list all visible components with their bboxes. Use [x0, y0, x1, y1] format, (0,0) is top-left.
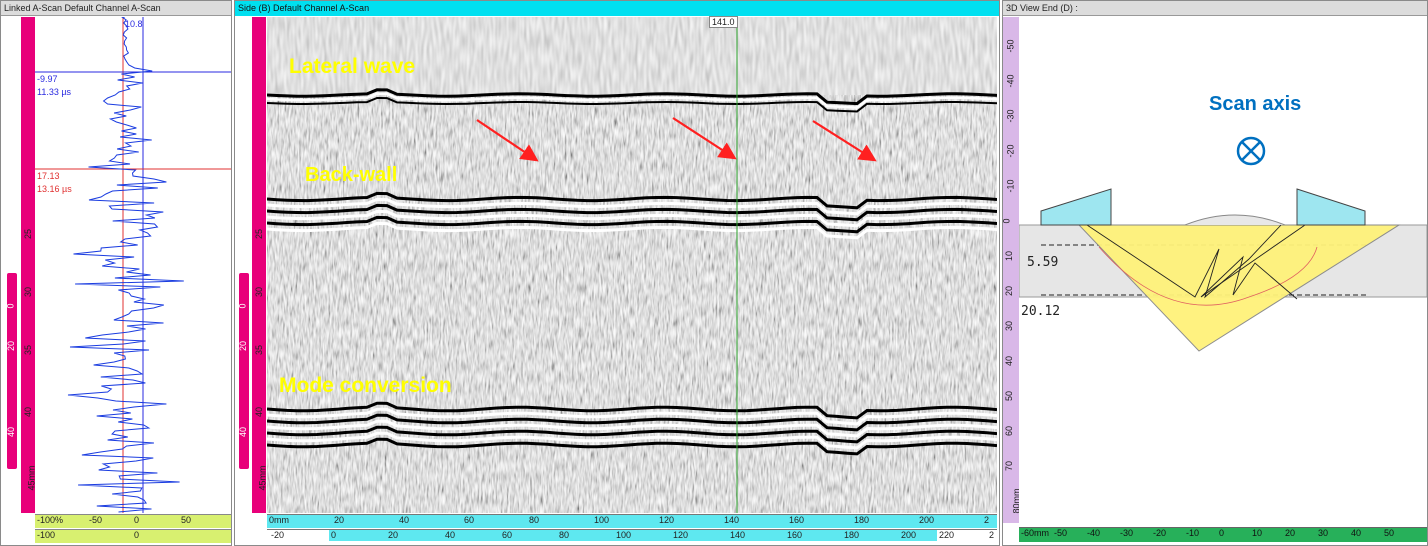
ascan-magenta-thumb[interactable]: [7, 273, 17, 469]
ascan-panel[interactable]: Linked A-Scan Default Channel A-Scan 25 …: [0, 0, 232, 546]
depth-ruler-label-4: -10: [1005, 179, 1016, 193]
bottom-ruler-label-9: 180: [844, 530, 860, 540]
view3d-depth-ruler[interactable]: [1003, 17, 1019, 523]
index-ruler-label-9: 30: [1318, 528, 1329, 538]
bottom-ruler-label-10: 200: [901, 530, 917, 540]
bscan-cursor-value: 141.0: [709, 16, 738, 28]
ascan-depth-30: 30: [23, 286, 34, 298]
ascan-magenta-bar[interactable]: [21, 17, 35, 513]
annotation-back-wall: Back-wall: [305, 164, 398, 186]
annotation-mode-conversion: Mode conversion: [279, 374, 452, 397]
depth-ruler-label-6: 10: [1004, 250, 1015, 262]
bscan-depth-45: 45mm: [257, 465, 268, 491]
view3d-title: 3D View End (D) :: [1003, 1, 1427, 16]
scan-ruler-label-9: 180: [854, 515, 870, 525]
depth-ruler-label-7: 20: [1004, 285, 1015, 297]
ascan-amp2-neg100: -100: [37, 530, 56, 540]
index-ruler-label-2: -40: [1087, 528, 1101, 538]
scan-ruler-label-8: 160: [789, 515, 805, 525]
ascan-amp-0: 0: [134, 515, 140, 525]
ascan-depth-40: 40: [23, 406, 34, 418]
bscan-depth-30: 30: [254, 286, 265, 298]
index-ruler-label-11: 50: [1384, 528, 1395, 538]
ascan-amp2-0: 0: [134, 530, 140, 540]
bottom-ruler-label-3: 60: [502, 530, 513, 540]
depth-ruler-label-10: 50: [1004, 390, 1015, 402]
depth-ruler-label-9: 40: [1004, 355, 1015, 367]
ascan-index-0: 0: [5, 303, 16, 309]
scan-ruler-label-11: 2: [984, 515, 990, 525]
depth-ruler-label-1: -40: [1005, 74, 1016, 88]
depth-ruler-label-5: 0: [1002, 218, 1012, 224]
bottom-ruler-label-1: 20: [388, 530, 399, 540]
scan-ruler-label-10: 200: [919, 515, 935, 525]
depth-value-2: 20.12: [1021, 304, 1061, 319]
bottom-ruler-label-2: 40: [445, 530, 456, 540]
bscan-magenta-thumb[interactable]: [239, 273, 249, 469]
scan-axis-label: Scan axis: [1209, 93, 1302, 115]
index-ruler-label-1: -50: [1054, 528, 1068, 538]
bscan-image[interactable]: [267, 17, 997, 513]
index-ruler-label-3: -30: [1120, 528, 1134, 538]
bscan-depth-25: 25: [254, 228, 265, 240]
ascan-amp-ruler-2[interactable]: [35, 529, 231, 543]
index-ruler-label-7: 10: [1252, 528, 1263, 538]
scan-ruler-label-2: 40: [399, 515, 410, 525]
annotation-lateral-wave: Lateral wave: [289, 55, 416, 78]
bottom-ruler-label-5: 100: [616, 530, 632, 540]
bottom-ruler-label-8: 160: [787, 530, 803, 540]
ascan-blue-time: 11.33 µs: [37, 87, 72, 97]
depth-ruler-label-0: -50: [1005, 39, 1016, 53]
bscan-panel[interactable]: Side (B) Default Channel A-Scan 25 30 35…: [234, 0, 1000, 546]
depth-ruler-label-2: -30: [1005, 109, 1016, 123]
ascan-red-time: 13.16 µs: [37, 184, 72, 194]
bottom-ruler-label-4: 80: [559, 530, 570, 540]
ascan-depth-35: 35: [23, 344, 34, 356]
index-ruler-label-10: 40: [1351, 528, 1362, 538]
bscan-title: Side (B) Default Channel A-Scan: [235, 1, 999, 16]
ascan-amp-neg100: -100%: [37, 515, 64, 525]
depth-ruler-label-12: 70: [1004, 460, 1015, 472]
scan-ruler-label-3: 60: [464, 515, 475, 525]
bscan-depth-40: 40: [254, 406, 265, 418]
scan-ruler-label-4: 80: [529, 515, 540, 525]
ascan-blue-amp: -9.97: [37, 74, 58, 84]
depth-value-1: 5.59: [1027, 255, 1059, 270]
depth-ruler-label-11: 60: [1004, 425, 1015, 437]
ascan-index-20: 20: [6, 340, 17, 352]
scan-ruler-label-5: 100: [594, 515, 610, 525]
scan-ruler-label-6: 120: [659, 515, 675, 525]
bottom-ruler-label-0: 0: [331, 530, 337, 540]
bscan-scan-ruler[interactable]: [267, 514, 997, 528]
bscan-magenta-bar[interactable]: [252, 17, 266, 513]
bscan-index-0: 0: [237, 303, 248, 309]
index-ruler-label-5: -10: [1186, 528, 1200, 538]
bscan-index-40: 40: [238, 426, 249, 438]
depth-ruler-label-8: 30: [1004, 320, 1015, 332]
bscan-bottom-2: 2: [989, 530, 995, 540]
view3d-panel[interactable]: 3D View End (D) : -50 -40 -30 -20 -10 0 10 20 30…: [1002, 0, 1428, 546]
scan-ruler-label-0: 0mm: [269, 515, 289, 525]
bscan-index-20: 20: [238, 340, 249, 352]
ascan-title: Linked A-Scan Default Channel A-Scan: [1, 1, 231, 16]
index-ruler-label-4: -20: [1153, 528, 1167, 538]
scan-ruler-label-7: 140: [724, 515, 740, 525]
ascan-amp-ruler[interactable]: [35, 514, 231, 528]
bottom-ruler-label-7: 140: [730, 530, 746, 540]
scan-ruler-label-1: 20: [334, 515, 345, 525]
bscan-bottom-neg20: -20: [271, 530, 285, 540]
bottom-ruler-label-6: 120: [673, 530, 689, 540]
index-ruler-label-0: -60mm: [1021, 528, 1050, 538]
ascan-amp-50: 50: [181, 515, 192, 525]
bscan-depth-35: 35: [254, 344, 265, 356]
depth-ruler-label-3: -20: [1005, 144, 1016, 158]
ascan-depth-25: 25: [23, 228, 34, 240]
ascan-amp-neg50: -50: [89, 515, 103, 525]
index-ruler-label-8: 20: [1285, 528, 1296, 538]
bscan-bottom-220: 220: [939, 530, 955, 540]
ascan-top-value: 10.8: [125, 19, 143, 29]
ascan-index-40: 40: [6, 426, 17, 438]
index-ruler-label-6: 0: [1219, 528, 1225, 538]
ascan-red-amp: 17.13: [37, 171, 60, 181]
